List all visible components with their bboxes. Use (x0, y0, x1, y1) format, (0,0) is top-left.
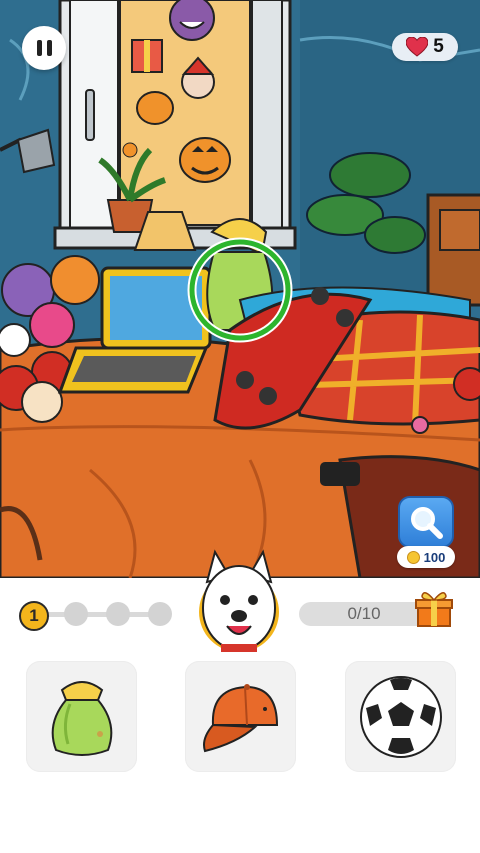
lives-count: 5 (433, 36, 444, 57)
cap-icon (202, 683, 278, 752)
hint-button[interactable] (398, 496, 454, 548)
level-badge: 1 (19, 601, 49, 631)
magnifier-icon (411, 507, 443, 539)
target-item-sack[interactable] (26, 661, 137, 772)
lives-counter: 5 (392, 33, 458, 61)
target-item-soccer-ball[interactable] (345, 661, 456, 772)
coin-icon (406, 550, 420, 564)
found-highlight-ring (187, 237, 293, 343)
stage-dot (64, 602, 88, 626)
target-item-cap[interactable] (185, 661, 296, 772)
heart-icon (406, 37, 429, 57)
found-count: 0/10 (347, 604, 381, 623)
pause-button[interactable] (22, 26, 66, 70)
stage-dot (148, 602, 172, 626)
bottom-panel: 1 0/10 (0, 549, 480, 853)
sack-icon (51, 680, 112, 756)
dog-avatar (199, 549, 279, 652)
hint-cost-badge: 100 (397, 546, 455, 568)
pause-icon (36, 40, 42, 56)
gift-icon[interactable] (414, 588, 454, 628)
soccer-ball-icon (359, 675, 442, 758)
found-progress-bar: 0/10 (299, 602, 429, 626)
stage-dot (106, 602, 130, 626)
hint-cost: 100 (423, 549, 446, 565)
game-scene[interactable]: 5 100 (0, 0, 480, 578)
